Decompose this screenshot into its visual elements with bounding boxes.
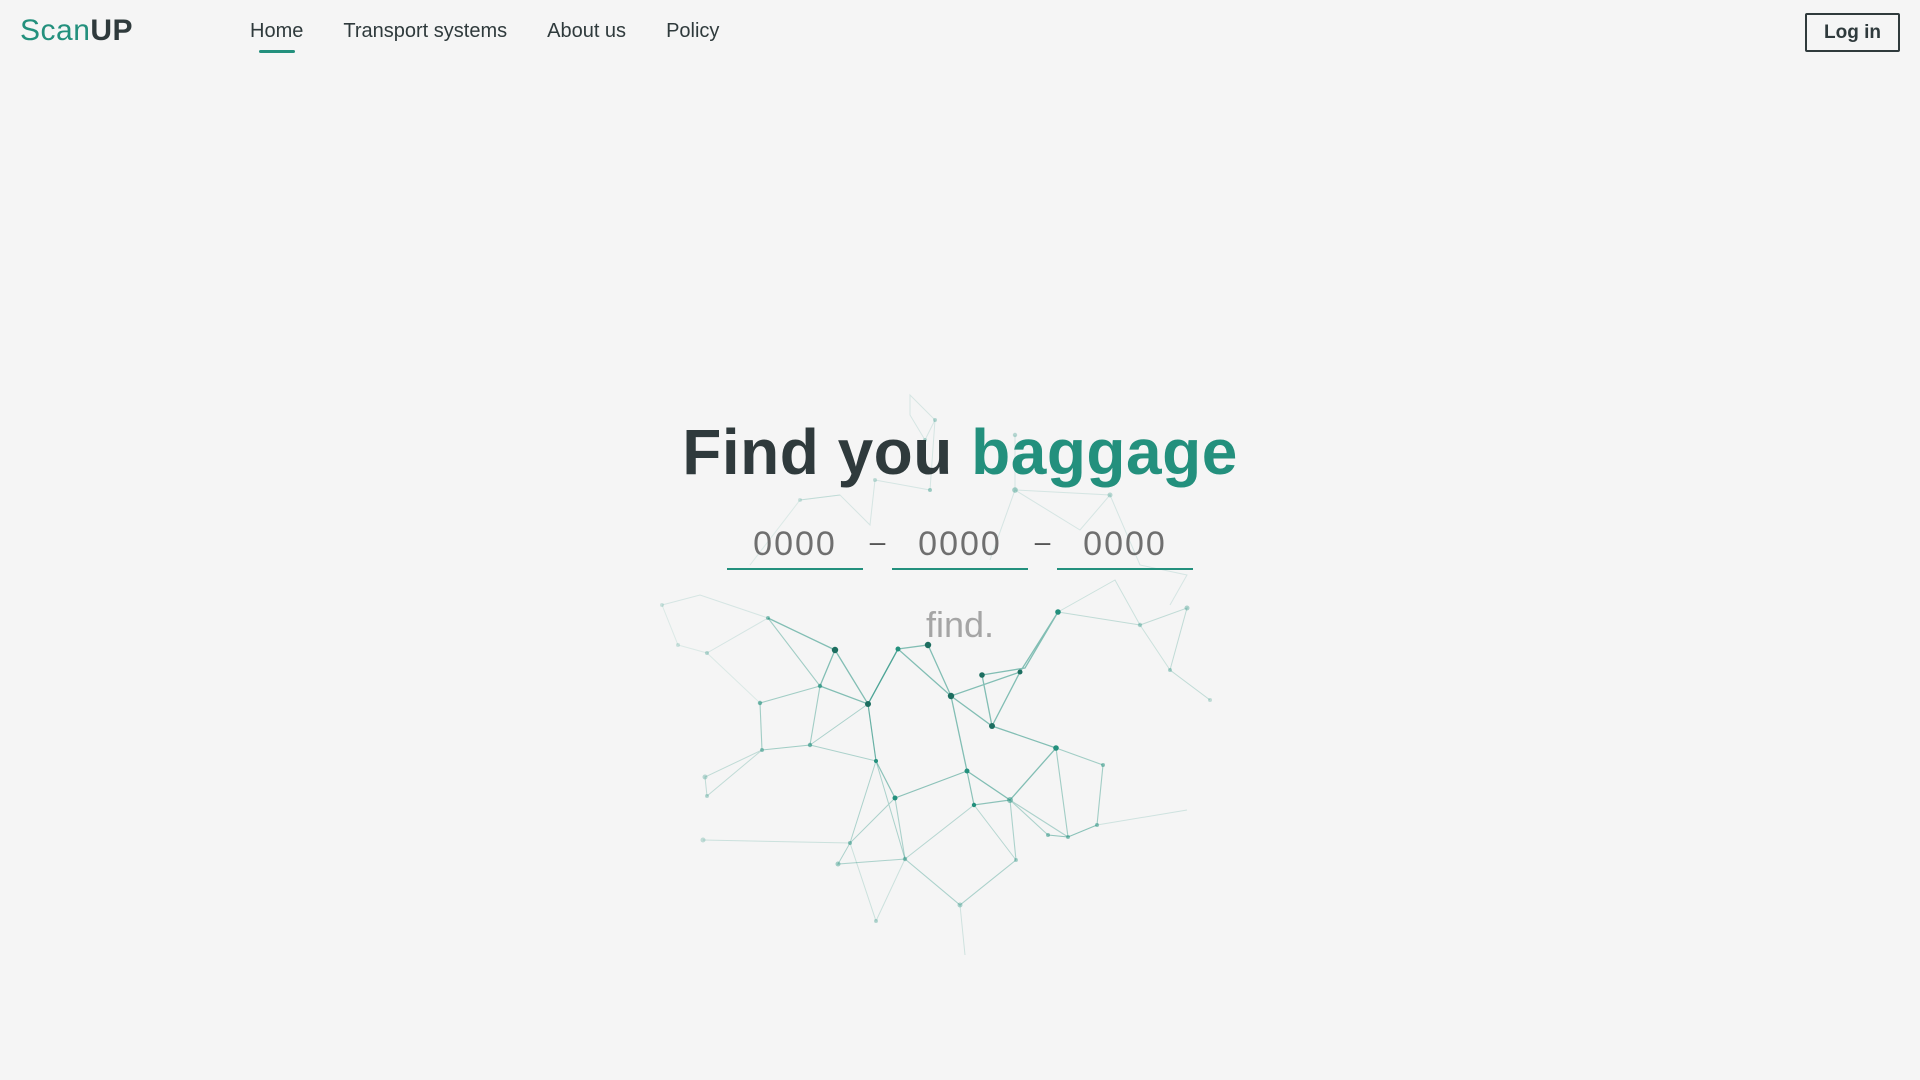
logo-scan-text: Scan (20, 14, 91, 47)
nav-item-policy[interactable]: Policy (666, 20, 719, 53)
network-nodes (660, 418, 1212, 923)
baggage-code-form: – – (0, 520, 1920, 570)
hero-section: Find you baggage (0, 415, 1920, 489)
site-header: ScanUP Home Transport systems About us P… (0, 0, 1920, 66)
hero-title-accent: baggage (971, 416, 1238, 488)
hero-title: Find you baggage (0, 415, 1920, 489)
code-input-1[interactable] (727, 520, 863, 570)
scanup-logo[interactable]: ScanUP (20, 14, 133, 48)
main-nav: Home Transport systems About us Policy (250, 20, 719, 53)
login-button[interactable]: Log in (1805, 13, 1900, 52)
nav-item-home[interactable]: Home (250, 20, 303, 53)
hero-title-dark: Find you (682, 416, 953, 488)
code-separator: – (1034, 526, 1051, 557)
code-separator: – (869, 526, 886, 557)
code-input-3[interactable] (1057, 520, 1193, 570)
logo-up-text: UP (90, 14, 134, 47)
find-button[interactable]: find. (0, 604, 1920, 646)
nav-item-about-us[interactable]: About us (547, 20, 626, 53)
nav-item-transport-systems[interactable]: Transport systems (343, 20, 507, 53)
code-input-2[interactable] (892, 520, 1028, 570)
